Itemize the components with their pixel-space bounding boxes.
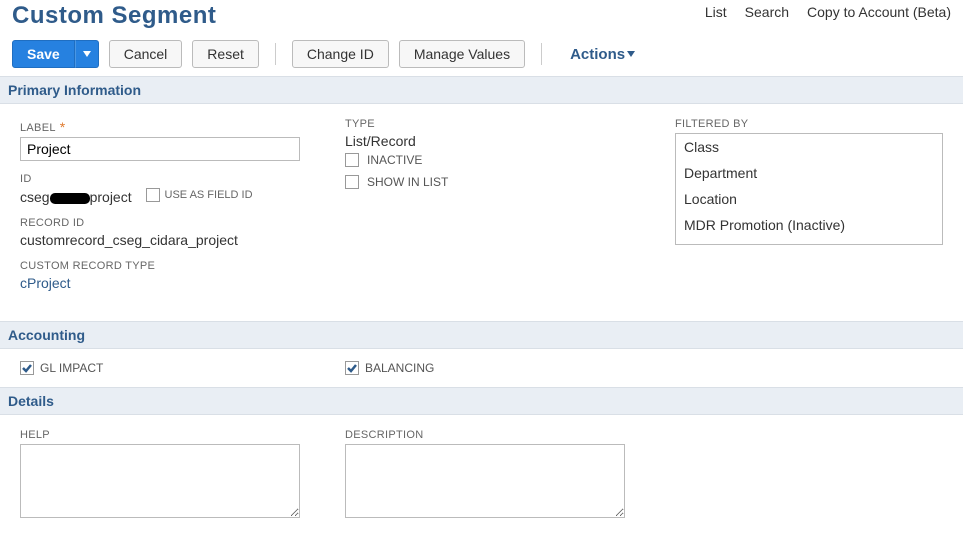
- actions-menu[interactable]: Actions: [570, 46, 635, 63]
- id-field-label: ID: [20, 173, 345, 185]
- toolbar-separator: [275, 43, 276, 65]
- description-label: DESCRIPTION: [345, 429, 675, 441]
- gl-impact-label: GL IMPACT: [40, 361, 103, 375]
- redacted-text: [50, 193, 90, 204]
- filtered-by-list[interactable]: Class Department Location MDR Promotion …: [675, 133, 943, 245]
- custom-record-type-label: CUSTOM RECORD TYPE: [20, 260, 345, 272]
- balancing-label: BALANCING: [365, 361, 434, 375]
- list-item[interactable]: Department: [676, 160, 942, 186]
- label-field-label: LABEL: [20, 118, 345, 134]
- show-in-list-checkbox[interactable]: [345, 175, 359, 189]
- custom-record-type-link[interactable]: cProject: [20, 275, 345, 291]
- type-value: List/Record: [345, 133, 675, 149]
- balancing-checkbox[interactable]: [345, 361, 359, 375]
- section-accounting: Accounting: [0, 321, 963, 349]
- inactive-label: INACTIVE: [367, 153, 422, 167]
- save-button[interactable]: Save: [12, 40, 75, 68]
- reset-button[interactable]: Reset: [192, 40, 259, 68]
- id-value: csegproject: [20, 189, 136, 205]
- cancel-button[interactable]: Cancel: [109, 40, 183, 68]
- link-search[interactable]: Search: [745, 4, 789, 20]
- manage-values-button[interactable]: Manage Values: [399, 40, 525, 68]
- section-details: Details: [0, 387, 963, 415]
- list-item[interactable]: Location: [676, 186, 942, 212]
- inactive-checkbox[interactable]: [345, 153, 359, 167]
- show-in-list-label: SHOW IN LIST: [367, 175, 448, 189]
- help-label: HELP: [20, 429, 345, 441]
- save-dropdown-button[interactable]: [75, 40, 99, 68]
- link-list[interactable]: List: [705, 4, 727, 20]
- description-textarea[interactable]: [345, 444, 625, 518]
- page-title: Custom Segment: [12, 2, 216, 30]
- type-label: TYPE: [345, 118, 675, 130]
- label-input[interactable]: [20, 137, 300, 161]
- filtered-by-label: FILTERED BY: [675, 118, 943, 130]
- gl-impact-checkbox[interactable]: [20, 361, 34, 375]
- help-textarea[interactable]: [20, 444, 300, 518]
- use-as-field-id-label: USE AS FIELD ID: [165, 189, 253, 201]
- record-id-label: RECORD ID: [20, 217, 345, 229]
- toolbar-separator: [541, 43, 542, 65]
- triangle-down-icon: [627, 51, 635, 57]
- change-id-button[interactable]: Change ID: [292, 40, 389, 68]
- triangle-down-icon: [83, 51, 91, 57]
- link-copy-to-account[interactable]: Copy to Account (Beta): [807, 4, 951, 20]
- record-id-value: customrecord_cseg_cidara_project: [20, 232, 345, 248]
- list-item[interactable]: MDR Promotion (Inactive): [676, 212, 942, 238]
- list-item[interactable]: Class: [676, 134, 942, 160]
- use-as-field-id-checkbox[interactable]: [146, 188, 160, 202]
- section-primary-information: Primary Information: [0, 76, 963, 104]
